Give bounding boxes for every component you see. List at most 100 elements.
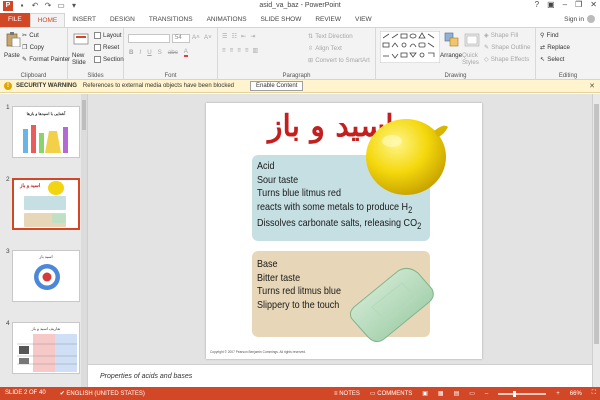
copy-label: Copy: [29, 44, 45, 51]
align-text-button[interactable]: ⇳ Align Text: [308, 45, 342, 52]
columns-icon[interactable]: ▥: [253, 47, 259, 54]
increase-indent-icon[interactable]: ⇥: [250, 33, 255, 40]
list-buttons: ☰ ☷ ⇤ ⇥: [222, 33, 256, 40]
notes-toggle[interactable]: ≡ NOTES: [334, 391, 360, 397]
text-direction-button[interactable]: ⇅ Text Direction: [308, 33, 353, 40]
shadow-icon[interactable]: S: [158, 49, 162, 56]
close-icon[interactable]: ✕: [590, 0, 597, 9]
paste-button[interactable]: Paste: [4, 52, 20, 59]
new-slide-icon[interactable]: [73, 31, 89, 47]
zoom-slider[interactable]: [498, 390, 547, 397]
tab-review[interactable]: REVIEW: [308, 13, 348, 27]
soap-bar-image[interactable]: [346, 263, 436, 345]
decrease-indent-icon[interactable]: ⇤: [241, 33, 246, 40]
minimize-icon[interactable]: –: [563, 0, 567, 9]
zoom-in-icon[interactable]: +: [556, 391, 560, 397]
comments-toggle[interactable]: ▭ COMMENTS: [370, 390, 412, 397]
thumbnail-title: اسید باز: [39, 254, 53, 259]
account-icon[interactable]: [587, 15, 595, 23]
underline-icon[interactable]: U: [147, 49, 151, 56]
reset-button[interactable]: Reset: [94, 44, 119, 51]
section-button[interactable]: Section: [94, 56, 124, 63]
slide-thumbnail-4[interactable]: تعاریف اسید و باز: [12, 322, 80, 374]
normal-view-icon[interactable]: ▣: [422, 390, 428, 397]
drawing-group: Arrange Quick Styles ◈ Shape Fill ✎ Shape …: [376, 28, 536, 80]
font-size-combo[interactable]: 54: [172, 34, 190, 43]
slide-scrollbar[interactable]: [592, 94, 600, 387]
scrollbar-thumb[interactable]: [594, 104, 599, 344]
convert-smartart-button[interactable]: ⊞ Convert to SmartArt: [308, 57, 370, 64]
shapes-gallery[interactable]: [380, 31, 440, 63]
shape-fill-button[interactable]: ◈ Shape Fill: [484, 32, 518, 39]
quick-styles-icon[interactable]: [464, 32, 480, 48]
replace-button[interactable]: ⇄ Replace: [540, 44, 570, 51]
tab-view[interactable]: VIEW: [348, 13, 379, 27]
quick-styles-button[interactable]: Quick Styles: [462, 52, 482, 66]
tab-slide-show[interactable]: SLIDE SHOW: [254, 13, 309, 27]
section-label: Section: [103, 56, 124, 63]
editing-group: ⚲ Find ⇄ Replace ↖ Select Editing: [536, 28, 600, 80]
layout-button[interactable]: Layout: [94, 32, 122, 39]
select-button[interactable]: ↖ Select: [540, 56, 564, 63]
paste-icon[interactable]: [5, 31, 21, 47]
align-center-icon[interactable]: ≡: [230, 47, 234, 54]
tab-animations[interactable]: ANIMATIONS: [200, 13, 254, 27]
cut-button[interactable]: ✂ Cut: [22, 32, 39, 39]
arrange-icon[interactable]: [444, 32, 460, 48]
thumbnail-scrollbar[interactable]: [81, 94, 87, 387]
slide-thumbnail-2[interactable]: اسید و باز: [12, 178, 80, 230]
bold-icon[interactable]: B: [129, 49, 133, 56]
notes-pane[interactable]: Properties of acids and bases: [88, 364, 592, 387]
tab-transitions[interactable]: TRANSITIONS: [142, 13, 200, 27]
enable-content-button[interactable]: Enable Content: [250, 81, 304, 91]
tab-design[interactable]: DESIGN: [103, 13, 142, 27]
layout-label: Layout: [103, 32, 122, 39]
format-painter-button[interactable]: ✎ Format Painter: [22, 56, 70, 63]
numbering-icon[interactable]: ☷: [232, 33, 238, 40]
thumbnail-number: 2: [6, 176, 10, 183]
shape-outline-button[interactable]: ✎ Shape Outline: [484, 44, 530, 51]
zoom-out-icon[interactable]: –: [485, 391, 488, 397]
sign-in-link[interactable]: Sign in: [564, 16, 584, 23]
select-label: Select: [547, 56, 565, 63]
tab-insert[interactable]: INSERT: [65, 13, 103, 27]
language-indicator[interactable]: ✔ ENGLISH (UNITED STATES): [60, 390, 145, 397]
shrink-font-icon[interactable]: A˅: [204, 34, 212, 41]
acid-line-text: reacts with some metals to produce H: [257, 200, 409, 213]
slide-sorter-icon[interactable]: ▦: [438, 390, 444, 397]
justify-icon[interactable]: ≡: [245, 47, 249, 54]
zoom-level[interactable]: 66%: [570, 391, 582, 397]
security-warning-title: SECURITY WARNING: [16, 83, 77, 89]
tab-home[interactable]: HOME: [29, 12, 66, 28]
close-icon[interactable]: ✕: [589, 82, 595, 90]
reading-view-icon[interactable]: ▤: [454, 390, 460, 397]
new-slide-button[interactable]: New Slide: [72, 52, 92, 66]
font-name-combo[interactable]: [128, 34, 170, 43]
slide-thumbnail-1[interactable]: آشنایی با اسیدها و بازها: [12, 106, 80, 158]
slideshow-view-icon[interactable]: ▭: [469, 390, 475, 397]
slide-thumbnail-3[interactable]: اسید باز: [12, 250, 80, 302]
font-color-icon[interactable]: A: [183, 48, 188, 57]
tab-file[interactable]: FILE: [0, 13, 30, 27]
current-slide[interactable]: اسید و باز Acid Sour taste Turns blue li…: [206, 103, 482, 359]
copy-button[interactable]: ❐ Copy: [22, 44, 44, 51]
align-right-icon[interactable]: ≡: [237, 47, 241, 54]
zoom-slider-thumb[interactable]: [512, 390, 516, 397]
arrange-button[interactable]: Arrange: [440, 52, 462, 59]
restore-icon[interactable]: ❐: [575, 0, 582, 9]
strikethrough-icon[interactable]: abc: [168, 49, 178, 56]
reset-label: Reset: [103, 44, 120, 51]
shape-effects-button[interactable]: ◇ Shape Effects: [484, 56, 529, 63]
ribbon-display-icon[interactable]: ▣: [547, 0, 555, 9]
align-left-icon[interactable]: ≡: [222, 47, 226, 54]
help-icon[interactable]: ?: [535, 0, 539, 9]
lemon-image[interactable]: [356, 109, 452, 199]
italic-icon[interactable]: I: [139, 49, 141, 56]
scrollbar-thumb[interactable]: [82, 100, 86, 130]
slide-counter: SLIDE 2 OF 40: [5, 390, 46, 396]
notes-text[interactable]: Properties of acids and bases: [100, 373, 192, 380]
bullets-icon[interactable]: ☰: [222, 33, 228, 40]
fit-slide-icon[interactable]: ⛶: [592, 390, 596, 397]
find-button[interactable]: ⚲ Find: [540, 32, 559, 39]
grow-font-icon[interactable]: A˄: [192, 34, 200, 41]
